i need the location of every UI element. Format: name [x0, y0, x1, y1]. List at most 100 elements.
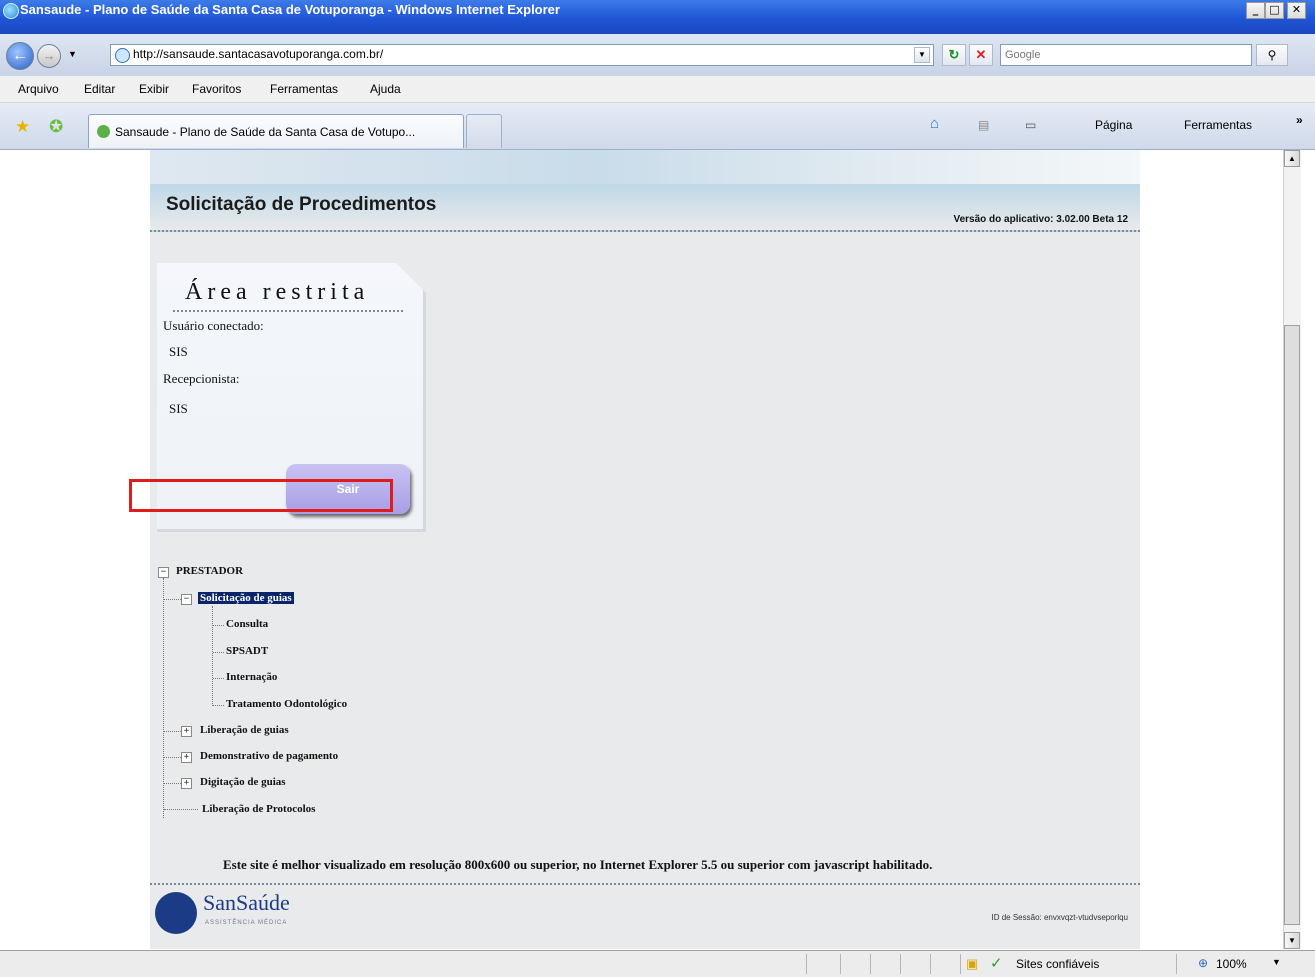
trusted-sites-check-icon: ✓: [990, 955, 1003, 972]
status-segment: [870, 954, 871, 974]
tree-line: [163, 578, 164, 818]
logo-subtitle: ASSISTÊNCIA MÉDICA: [205, 920, 288, 926]
receptionist-value: SIS: [169, 401, 188, 416]
refresh-button[interactable]: ↻: [942, 44, 966, 66]
highlight-box: [129, 479, 393, 512]
status-segment: [960, 954, 961, 974]
tab-sansaude[interactable]: Sansaude - Plano de Saúde da Santa Casa …: [88, 114, 464, 148]
tree-line: [164, 599, 181, 600]
address-dropdown-icon[interactable]: ▼: [914, 47, 930, 63]
zoom-level[interactable]: 100%: [1216, 957, 1247, 971]
tree-line: [213, 705, 224, 706]
status-segment: [930, 954, 931, 974]
vertical-scrollbar[interactable]: ▲ ▼: [1283, 150, 1301, 949]
status-segment: [840, 954, 841, 974]
tree-node-solicitacao-guias[interactable]: Solicitação de guias: [198, 592, 294, 604]
forward-button[interactable]: →: [37, 44, 61, 68]
footer-divider: [150, 883, 1140, 885]
more-commands-icon[interactable]: »: [1296, 113, 1303, 127]
status-segment: [1176, 954, 1177, 974]
logo-text: SanSaúde: [203, 890, 290, 915]
address-url[interactable]: http://sansaude.santacasavotuporanga.com…: [133, 47, 383, 61]
print-icon[interactable]: ▭: [1025, 118, 1036, 132]
menu-exibir[interactable]: Exibir: [139, 82, 169, 96]
window-title: Sansaude - Plano de Saúde da Santa Casa …: [20, 2, 560, 17]
tree-item-tratamento-odontologico[interactable]: Tratamento Odontológico: [226, 698, 347, 710]
tab-label: Sansaude - Plano de Saúde da Santa Casa …: [115, 125, 416, 139]
scroll-thumb[interactable]: [1284, 325, 1300, 925]
menu-arquivo[interactable]: Arquivo: [18, 82, 59, 96]
header-banner-image: [150, 150, 1140, 184]
zoom-icon[interactable]: ⊕: [1198, 956, 1208, 970]
tab-favicon-icon: [97, 125, 110, 138]
zoom-dropdown-icon[interactable]: ▼: [1272, 957, 1281, 967]
page-header: Solicitação de Procedimentos Versão do a…: [150, 184, 1140, 232]
address-field[interactable]: http://sansaude.santacasavotuporanga.com…: [110, 44, 934, 66]
search-box[interactable]: [1000, 44, 1252, 66]
scroll-down-arrow-icon[interactable]: ▼: [1284, 932, 1300, 949]
collapse-icon[interactable]: −: [181, 594, 192, 605]
tree-line: [164, 731, 181, 732]
tree-node-liberacao-guias[interactable]: Liberação de guias: [200, 724, 289, 736]
expand-icon[interactable]: +: [181, 752, 192, 763]
browser-recommendation-note: Este site é melhor visualizado em resolu…: [223, 857, 933, 872]
page-container: Solicitação de Procedimentos Versão do a…: [150, 150, 1140, 949]
close-button[interactable]: ✕: [1287, 2, 1306, 19]
scroll-up-arrow-icon[interactable]: ▲: [1284, 150, 1300, 167]
page-favicon-icon: [115, 48, 130, 63]
selected-node-label: Solicitação de guias: [198, 592, 294, 604]
tree-line: [213, 678, 224, 679]
menu-bar: Arquivo Editar Exibir Favoritos Ferramen…: [0, 76, 1315, 103]
search-button[interactable]: ⚲: [1256, 44, 1288, 66]
page-title: Solicitação de Procedimentos: [166, 194, 437, 215]
tree-node-prestador[interactable]: PRESTADOR: [176, 565, 243, 577]
address-toolbar: ← → ▼ http://sansaude.santacasavotuporan…: [0, 34, 1315, 76]
expand-icon[interactable]: +: [181, 778, 192, 789]
expand-icon[interactable]: +: [181, 726, 192, 737]
ie-logo-icon: [3, 3, 19, 19]
status-bar: ▣ ✓ Sites confiáveis ⊕ 100% ▼: [0, 950, 1315, 977]
tools-menu[interactable]: Ferramentas: [1184, 118, 1252, 132]
minimize-button[interactable]: _: [1246, 2, 1265, 19]
add-favorite-icon[interactable]: ✪: [49, 117, 63, 137]
tree-line: [164, 809, 198, 810]
receptionist-label: Recepcionista:: [163, 371, 240, 386]
feeds-icon[interactable]: ▤: [978, 118, 989, 132]
window-titlebar: Sansaude - Plano de Saúde da Santa Casa …: [0, 0, 1315, 34]
collapse-icon[interactable]: −: [158, 567, 169, 578]
menu-favoritos[interactable]: Favoritos: [192, 82, 241, 96]
tree-item-spsadt[interactable]: SPSADT: [226, 645, 268, 657]
security-lock-icon[interactable]: ▣: [966, 956, 978, 972]
tree-line: [164, 783, 181, 784]
menu-ferramentas[interactable]: Ferramentas: [270, 82, 338, 96]
tree-line: [164, 757, 181, 758]
security-zone[interactable]: Sites confiáveis: [1016, 957, 1099, 971]
new-tab-button[interactable]: [466, 114, 502, 148]
session-id: ID de Sessão: envxvqzt-vtudvseporlqu: [991, 913, 1128, 922]
tree-line: [212, 606, 213, 706]
user-value: SIS: [169, 344, 188, 359]
status-segment: [900, 954, 901, 974]
tree-node-liberacao-protocolos[interactable]: Liberação de Protocolos: [202, 803, 315, 815]
maximize-button[interactable]: □: [1265, 2, 1284, 19]
menu-ajuda[interactable]: Ajuda: [370, 82, 401, 96]
restricted-area-title: Área restrita: [185, 279, 370, 305]
search-input[interactable]: [1001, 45, 1247, 65]
app-version: Versão do aplicativo: 3.02.00 Beta 12: [953, 214, 1128, 225]
browser-viewport: Solicitação de Procedimentos Versão do a…: [0, 150, 1280, 949]
tree-item-internacao[interactable]: Internação: [226, 671, 277, 683]
tree-line: [213, 625, 224, 626]
menu-editar[interactable]: Editar: [84, 82, 115, 96]
home-icon[interactable]: ⌂: [930, 115, 939, 132]
stop-button[interactable]: ✕: [969, 44, 993, 66]
tree-node-demonstrativo-pagamento[interactable]: Demonstrativo de pagamento: [200, 750, 338, 762]
favorites-star-icon[interactable]: ★: [15, 117, 30, 137]
tree-node-digitacao-guias[interactable]: Digitação de guias: [200, 776, 286, 788]
page-menu[interactable]: Página: [1095, 118, 1132, 132]
back-button[interactable]: ←: [6, 42, 34, 70]
tab-bar: ★ ✪ Sansaude - Plano de Saúde da Santa C…: [0, 103, 1315, 150]
logo-symbol-icon: [155, 892, 197, 934]
tree-item-consulta[interactable]: Consulta: [226, 618, 268, 630]
recent-pages-dropdown-icon[interactable]: ▼: [68, 49, 77, 59]
tree-line: [213, 652, 224, 653]
